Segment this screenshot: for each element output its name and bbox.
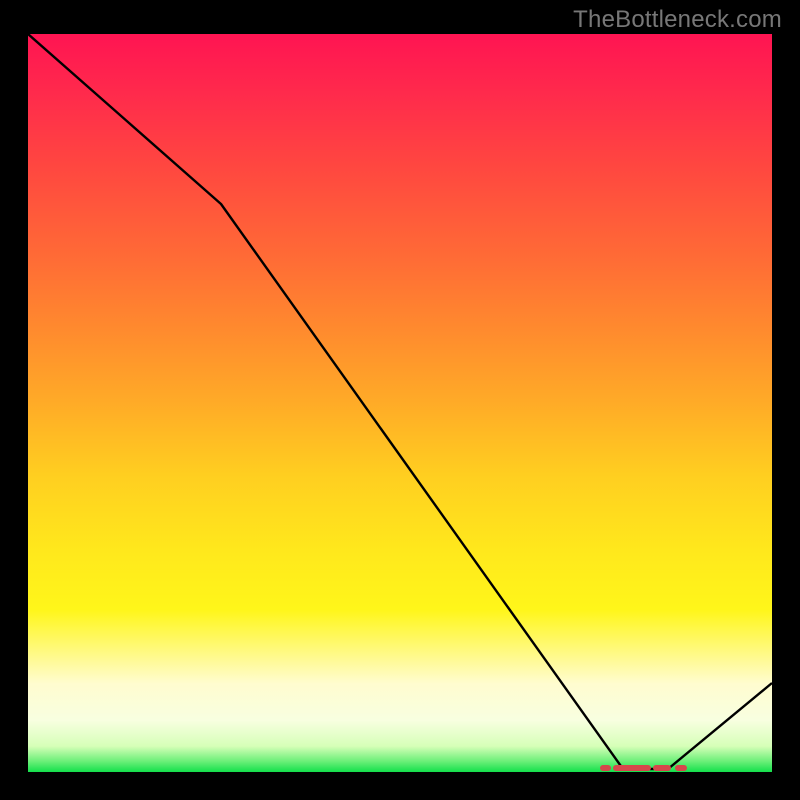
line-curve	[28, 34, 772, 772]
curve-path	[28, 34, 772, 769]
plot-area	[28, 34, 772, 772]
chart-frame: TheBottleneck.com	[0, 0, 800, 800]
watermark-text: TheBottleneck.com	[573, 6, 782, 34]
